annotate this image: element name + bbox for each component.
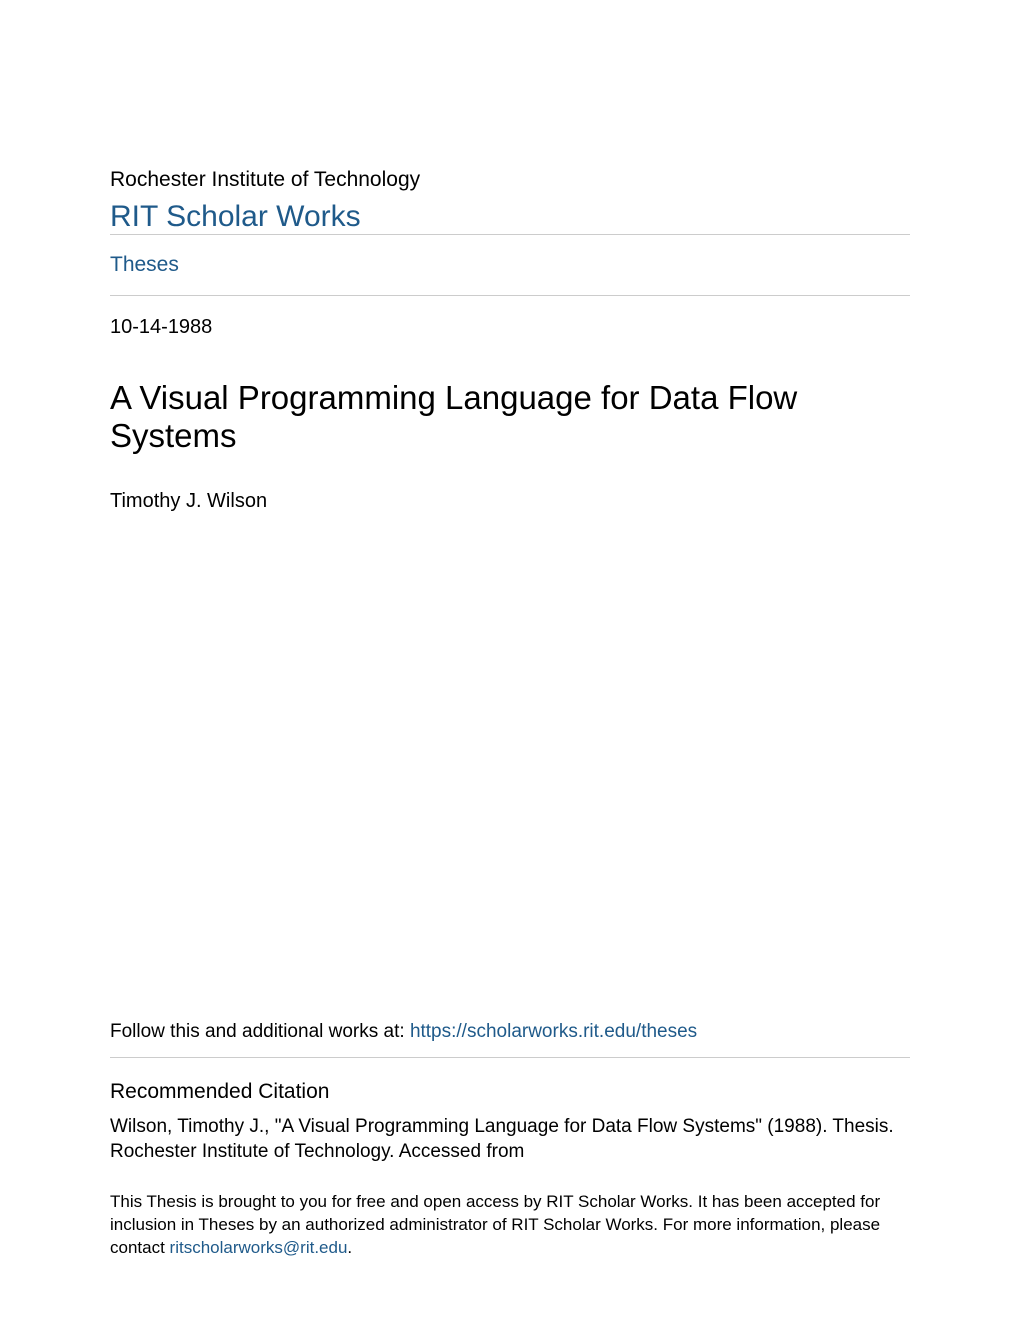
institution-name: Rochester Institute of Technology [110, 168, 910, 192]
divider-follow [110, 1057, 910, 1058]
document-date: 10-14-1988 [110, 296, 910, 339]
document-author: Timothy J. Wilson [110, 490, 910, 513]
follow-prefix: Follow this and additional works at: [110, 1021, 410, 1042]
page-container: Rochester Institute of Technology RIT Sc… [0, 0, 1020, 1320]
follow-link[interactable]: https://scholarworks.rit.edu/theses [410, 1021, 697, 1042]
footer-section: This Thesis is brought to you for free a… [110, 1191, 910, 1260]
access-statement: This Thesis is brought to you for free a… [110, 1191, 910, 1260]
lower-section: Follow this and additional works at: htt… [110, 1021, 910, 1165]
contact-email-link[interactable]: ritscholarworks@rit.edu [170, 1238, 348, 1257]
citation-text: Wilson, Timothy J., "A Visual Programmin… [110, 1114, 910, 1165]
site-name-link[interactable]: RIT Scholar Works [110, 200, 361, 233]
citation-heading: Recommended Citation [110, 1080, 910, 1104]
follow-line: Follow this and additional works at: htt… [110, 1021, 910, 1043]
document-title: A Visual Programming Language for Data F… [110, 379, 910, 455]
collection-link-theses[interactable]: Theses [110, 235, 910, 295]
access-text-period: . [347, 1238, 352, 1257]
